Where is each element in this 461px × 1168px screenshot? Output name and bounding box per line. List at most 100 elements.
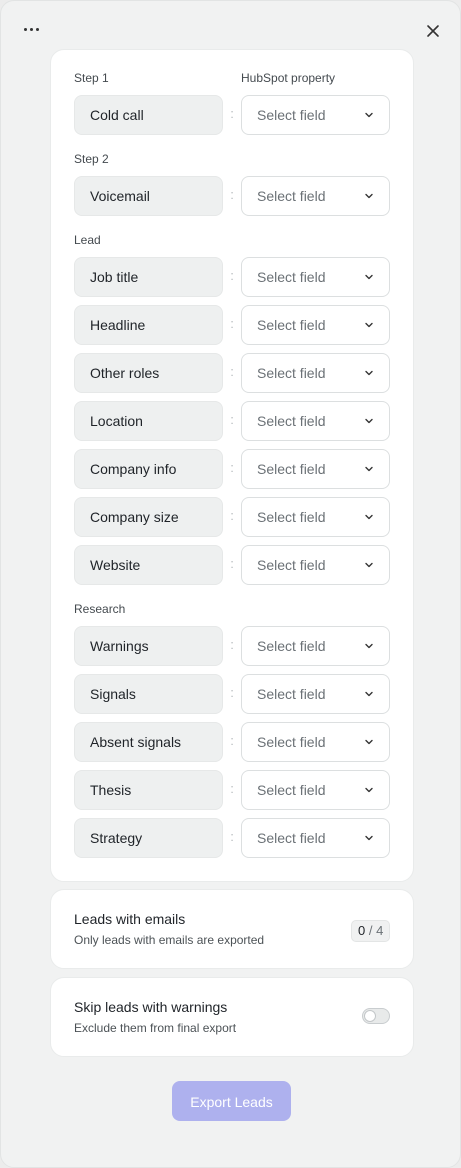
source-field-label: Company size [74,497,223,537]
chevron-down-icon [365,193,373,199]
section-label: Lead [74,233,101,247]
mapping-separator: : [230,829,234,844]
skip-warnings-toggle[interactable] [362,1008,390,1024]
chevron-down-icon [365,643,373,649]
mapping-separator: : [230,412,234,427]
mapping-row: Company info: Select field [74,449,391,489]
leads-with-emails-title: Leads with emails [74,911,186,927]
field-mapping-card: HubSpot property Step 1 Cold call: Select … [50,49,414,882]
hubspot-property-select[interactable]: Select field [241,674,390,714]
mapping-row: Cold call: Select field [74,95,391,135]
skip-warnings-title: Skip leads with warnings [74,999,228,1015]
chevron-down-icon [365,274,373,280]
email-leads-count: 0 [358,923,366,938]
mapping-separator: : [230,637,234,652]
select-placeholder: Select field [257,188,326,204]
hubspot-property-select[interactable]: Select field [241,497,390,537]
source-field-label: Cold call [74,95,223,135]
chevron-down-icon [365,466,373,472]
chevron-down-icon [365,112,373,118]
source-field-label: Website [74,545,223,585]
mapping-separator: : [230,268,234,283]
select-placeholder: Select field [257,365,326,381]
source-field-label: Thesis [74,770,223,810]
mapping-separator: : [230,316,234,331]
chevron-down-icon [365,514,373,520]
export-leads-button[interactable]: Export Leads [172,1081,291,1121]
chevron-down-icon [365,562,373,568]
source-field-label: Absent signals [74,722,223,762]
mapping-separator: : [230,781,234,796]
toggle-knob [364,1010,376,1022]
total-leads-count: 4 [376,923,384,938]
select-placeholder: Select field [257,509,326,525]
chevron-down-icon [365,370,373,376]
hubspot-property-select[interactable]: Select field [241,818,390,858]
chevron-down-icon [365,691,373,697]
skip-warnings-card: Skip leads with warnings Exclude them fr… [50,977,414,1057]
mapping-row: Voicemail: Select field [74,176,391,216]
mapping-separator: : [230,508,234,523]
mapping-row: Other roles: Select field [74,353,391,393]
hubspot-property-select[interactable]: Select field [241,770,390,810]
chevron-down-icon [365,835,373,841]
select-placeholder: Select field [257,734,326,750]
source-field-label: Headline [74,305,223,345]
mapping-separator: : [230,685,234,700]
select-placeholder: Select field [257,830,326,846]
mapping-row: Website: Select field [74,545,391,585]
mapping-row: Headline: Select field [74,305,391,345]
select-placeholder: Select field [257,461,326,477]
hubspot-property-select[interactable]: Select field [241,722,390,762]
hubspot-property-select[interactable]: Select field [241,176,390,216]
chevron-down-icon [365,787,373,793]
hubspot-property-select[interactable]: Select field [241,353,390,393]
chevron-down-icon [365,418,373,424]
source-field-label: Location [74,401,223,441]
close-icon[interactable] [421,19,445,43]
mapping-row: Thesis: Select field [74,770,391,810]
skip-warnings-subtitle: Exclude them from final export [74,1021,237,1035]
select-placeholder: Select field [257,413,326,429]
hubspot-property-select[interactable]: Select field [241,545,390,585]
source-field-label: Strategy [74,818,223,858]
hubspot-property-column-label: HubSpot property [241,71,336,85]
hubspot-property-select[interactable]: Select field [241,305,390,345]
leads-with-emails-subtitle: Only leads with emails are exported [74,933,265,947]
mapping-row: Company size: Select field [74,497,391,537]
select-placeholder: Select field [257,638,326,654]
select-placeholder: Select field [257,107,326,123]
hubspot-property-select[interactable]: Select field [241,95,390,135]
select-placeholder: Select field [257,317,326,333]
mapping-separator: : [230,460,234,475]
chevron-down-icon [365,322,373,328]
hubspot-property-select[interactable]: Select field [241,626,390,666]
select-placeholder: Select field [257,557,326,573]
mapping-row: Strategy: Select field [74,818,391,858]
section-label: Step 2 [74,152,109,166]
mapping-row: Location: Select field [74,401,391,441]
mapping-row: Job title: Select field [74,257,391,297]
more-options-icon[interactable] [17,19,45,39]
source-field-label: Signals [74,674,223,714]
select-placeholder: Select field [257,269,326,285]
mapping-separator: : [230,106,234,121]
mapping-row: Absent signals: Select field [74,722,391,762]
hubspot-property-select[interactable]: Select field [241,449,390,489]
mapping-row: Warnings: Select field [74,626,391,666]
mapping-row: Signals: Select field [74,674,391,714]
section-label: Research [74,602,126,616]
export-panel: HubSpot property Step 1 Cold call: Select … [0,0,461,1168]
counter-separator: / [368,923,373,938]
select-placeholder: Select field [257,782,326,798]
mapping-separator: : [230,364,234,379]
leads-with-emails-card: Leads with emails Only leads with emails… [50,889,414,969]
chevron-down-icon [365,739,373,745]
select-placeholder: Select field [257,686,326,702]
section-label: Step 1 [74,71,109,85]
email-leads-counter: 0 / 4 [351,920,391,942]
source-field-label: Other roles [74,353,223,393]
hubspot-property-select[interactable]: Select field [241,257,390,297]
hubspot-property-select[interactable]: Select field [241,401,390,441]
source-field-label: Warnings [74,626,223,666]
